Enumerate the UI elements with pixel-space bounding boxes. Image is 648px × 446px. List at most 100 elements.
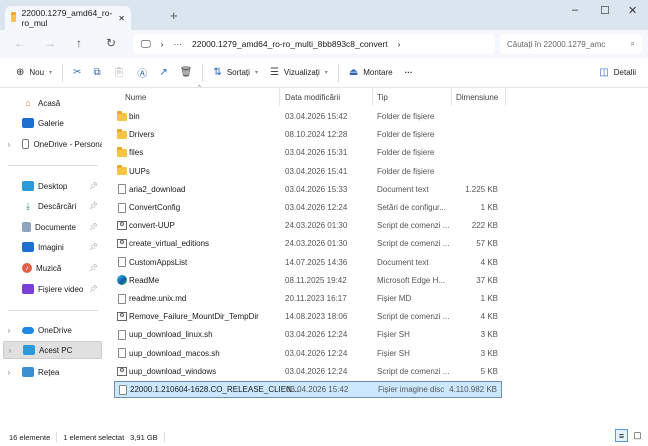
file-type: Fișier MD bbox=[377, 294, 412, 303]
chevron-right-icon[interactable]: › bbox=[3, 326, 15, 335]
tab-current-folder[interactable]: 22000.1279_amd64_ro-ro_mul ✕ bbox=[5, 6, 131, 30]
pin-icon[interactable]: 📌︎ bbox=[89, 264, 98, 272]
chevron-right-icon[interactable]: › bbox=[3, 140, 15, 149]
column-header-name[interactable]: Nume bbox=[125, 93, 146, 102]
sidebar-item-gallery[interactable]: Galerie bbox=[3, 114, 102, 132]
sidebar-item-pictures[interactable]: Imagini 📌︎ bbox=[3, 238, 102, 256]
refresh-button[interactable]: ↻ bbox=[106, 36, 116, 50]
chevron-right-icon[interactable]: › bbox=[4, 346, 16, 355]
file-row[interactable]: bin 03.04.2026 15:42 Folder de fișiere bbox=[114, 108, 502, 125]
breadcrumb-overflow[interactable]: ··· bbox=[173, 39, 182, 49]
view-label: Vizualizați bbox=[283, 68, 320, 77]
sidebar-item-network[interactable]: › Rețea bbox=[3, 363, 102, 381]
pin-icon[interactable]: 📌︎ bbox=[89, 223, 98, 231]
file-row[interactable]: 22000.1.210604-1628.CO_RELEASE_CLIEN... 0… bbox=[114, 381, 502, 398]
script-icon: ⚙ bbox=[117, 366, 127, 376]
pin-icon[interactable]: 📌︎ bbox=[89, 285, 98, 293]
mount-label: Montare bbox=[363, 68, 393, 77]
documents-icon bbox=[22, 222, 31, 232]
file-row[interactable]: ConvertConfig 03.04.2026 12:24 Setări de c… bbox=[114, 199, 502, 216]
sidebar-item-music[interactable]: ♪ Muzică 📌︎ bbox=[3, 259, 102, 277]
details-button[interactable]: ◫ Detalii bbox=[593, 67, 642, 78]
mount-button[interactable]: ⏏ Montare bbox=[343, 67, 399, 78]
details-view-button[interactable]: ≡ bbox=[615, 429, 628, 442]
file-row[interactable]: ⚙ uup_download_windows 03.04.2026 12:24 Scr… bbox=[114, 363, 502, 380]
file-type: Fișier imagine disc bbox=[378, 385, 445, 394]
tiles-view-button[interactable]: ▢ bbox=[631, 429, 644, 442]
copy-button[interactable]: ⧉ bbox=[87, 67, 106, 78]
folder-icon bbox=[117, 110, 127, 121]
file-date: 03.04.2026 12:24 bbox=[285, 348, 348, 358]
sidebar-item-documents[interactable]: Documente 📌︎ bbox=[3, 218, 102, 236]
search-icon: ⌕ bbox=[630, 39, 635, 48]
file-list: Nume ^ Data modificării Tip Dimensiune b… bbox=[112, 85, 642, 428]
file-icon bbox=[118, 257, 126, 268]
sidebar-item-home[interactable]: ⌂ Acasă bbox=[3, 94, 102, 112]
file-row[interactable]: ⚙ create_virtual_editions 24.03.2026 01:30… bbox=[114, 235, 502, 252]
folder-icon bbox=[117, 146, 127, 157]
sidebar-item-downloads[interactable]: ⤓ Descărcări 📌︎ bbox=[3, 197, 102, 215]
divider bbox=[202, 63, 204, 82]
sort-button[interactable]: ⇅ Sortați ▾ bbox=[207, 67, 264, 78]
file-row[interactable]: uup_download_macos.sh 03.04.2026 12:24 Fiș… bbox=[114, 345, 502, 362]
breadcrumb-current-folder[interactable]: 22000.1279_amd64_ro-ro_multi_8bb893c8_co… bbox=[192, 39, 388, 49]
gallery-icon bbox=[22, 118, 34, 128]
cloud-icon bbox=[22, 326, 34, 334]
sidebar-item-desktop[interactable]: Desktop 📌︎ bbox=[3, 177, 102, 195]
sidebar-item-videos[interactable]: Fișiere video 📌︎ bbox=[3, 280, 102, 298]
up-button[interactable]: ↑ bbox=[76, 36, 82, 50]
share-icon: ↗ bbox=[159, 67, 168, 78]
file-row[interactable]: uup_download_linux.sh 03.04.2026 12:24 Fiș… bbox=[114, 326, 502, 343]
maximize-button[interactable]: ☐ bbox=[600, 4, 610, 17]
rename-button[interactable]: Ⓐ bbox=[131, 65, 153, 80]
file-date: 03.04.2026 12:24 bbox=[285, 366, 348, 376]
forward-button[interactable]: → bbox=[44, 36, 56, 50]
file-size: 1 KB bbox=[480, 203, 498, 212]
pin-icon[interactable]: 📌︎ bbox=[89, 182, 98, 190]
file-row[interactable]: files 03.04.2026 15:31 Folder de fișiere bbox=[114, 144, 502, 161]
file-size: 57 KB bbox=[476, 239, 498, 249]
more-options-button[interactable]: ··· bbox=[399, 68, 419, 77]
search-input[interactable]: Căutați în 22000.1279_amc ⌕ bbox=[500, 34, 642, 54]
back-button[interactable]: ← bbox=[14, 36, 26, 50]
sidebar-item-onedrive-personal[interactable]: › OneDrive - Persona bbox=[3, 135, 102, 153]
file-date: 24.03.2026 01:30 bbox=[285, 221, 348, 231]
video-icon bbox=[22, 284, 34, 294]
file-row[interactable]: aria2_download 03.04.2026 15:33 Document t… bbox=[114, 181, 502, 198]
file-row[interactable]: Drivers 08.10.2024 12:28 Folder de fișiere bbox=[114, 126, 502, 143]
cut-button[interactable]: ✂ bbox=[67, 67, 87, 78]
file-row[interactable]: ⚙ convert-UUP 24.03.2026 01:30 Script de co… bbox=[114, 217, 502, 234]
sidebar-item-label: Acest PC bbox=[39, 345, 73, 355]
sidebar-item-this-pc[interactable]: › Acest PC bbox=[3, 341, 102, 359]
column-header-date[interactable]: Data modificării bbox=[285, 93, 340, 102]
address-bar[interactable]: 🖵 › ··· 22000.1279_amd64_ro-ro_multi_8bb… bbox=[133, 34, 495, 54]
close-tab-icon[interactable]: ✕ bbox=[118, 14, 125, 23]
close-button[interactable]: ✕ bbox=[628, 4, 637, 17]
share-button[interactable]: ↗ bbox=[153, 67, 173, 78]
file-row[interactable]: readme.unix.md 20.11.2023 16:17 Fișier MD 1… bbox=[114, 290, 502, 307]
pin-icon[interactable]: 📌︎ bbox=[89, 202, 98, 210]
delete-button[interactable]: 🗑︎ bbox=[174, 67, 199, 78]
column-header-size[interactable]: Dimensiune bbox=[456, 93, 498, 102]
chevron-down-icon: ▾ bbox=[49, 70, 53, 76]
view-icon: ☰ bbox=[269, 67, 279, 78]
file-type: Document text bbox=[377, 257, 429, 267]
new-tab-button[interactable]: + bbox=[170, 8, 178, 23]
paste-button[interactable]: 📋︎ bbox=[107, 67, 132, 78]
file-row[interactable]: UUPs 03.04.2026 15:41 Folder de fișiere bbox=[114, 163, 502, 180]
sidebar-item-onedrive[interactable]: › OneDrive bbox=[3, 321, 102, 339]
details-pane-icon: ◫ bbox=[599, 67, 609, 78]
pin-icon[interactable]: 📌︎ bbox=[89, 243, 98, 251]
chevron-right-icon[interactable]: › bbox=[3, 368, 15, 377]
edge-icon bbox=[117, 275, 127, 286]
new-button[interactable]: ⊕ Nou ▾ bbox=[10, 67, 58, 78]
file-row[interactable]: ReadMe 08.11.2025 19:42 Microsoft Edge H..… bbox=[114, 272, 502, 289]
file-row[interactable]: CustomAppsList 14.07.2025 14:36 Document t… bbox=[114, 254, 502, 271]
minimize-button[interactable]: – bbox=[572, 4, 578, 16]
chevron-right-icon[interactable]: › bbox=[398, 39, 401, 49]
column-header-type[interactable]: Tip bbox=[377, 93, 388, 102]
file-row[interactable]: ⚙ Remove_Failure_MountDir_TempDir 14.08.20… bbox=[114, 308, 502, 325]
view-button[interactable]: ☰ Vizualizați ▾ bbox=[264, 67, 334, 78]
list-view-icon: ≡ bbox=[618, 431, 625, 441]
paste-icon: 📋︎ bbox=[112, 67, 126, 78]
